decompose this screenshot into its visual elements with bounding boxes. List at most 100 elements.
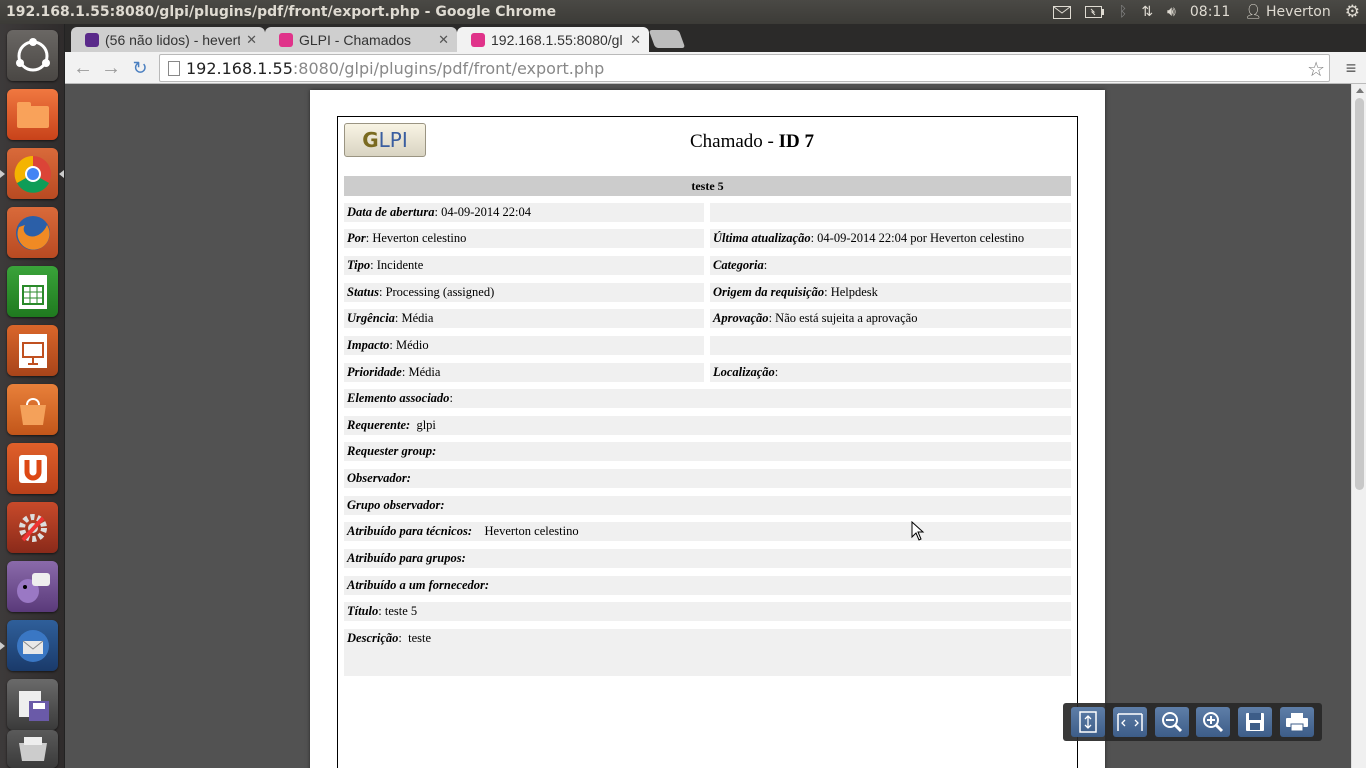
active-indicator xyxy=(59,170,64,178)
vertical-scrollbar[interactable] xyxy=(1351,84,1366,768)
glpi-icon xyxy=(471,32,485,47)
field-label: Impacto xyxy=(347,338,390,352)
user-icon: 👤︎ xyxy=(1244,4,1263,20)
field-impacto: Impacto: Médio xyxy=(344,336,704,355)
ticket-title-bar: teste 5 xyxy=(344,176,1071,196)
print-icon[interactable] xyxy=(1280,707,1315,737)
address-bar[interactable]: 192.168.1.55:8080/glpi/plugins/pdf/front… xyxy=(159,54,1330,82)
pdf-toolbar xyxy=(1063,703,1322,741)
battery-icon[interactable] xyxy=(1084,6,1105,18)
tab-title: 192.168.1.55:8080/gl xyxy=(491,31,623,48)
libreoffice-impress-icon[interactable] xyxy=(7,325,58,376)
glpi-logo: G LPI xyxy=(344,123,426,157)
fit-width-icon[interactable] xyxy=(1112,707,1147,737)
mail-icon xyxy=(85,32,99,47)
field-requester-group: Requester group: xyxy=(344,442,1071,461)
field-value: : Incidente xyxy=(370,258,424,272)
logo-letter: G xyxy=(362,128,379,152)
chrome-menu-icon[interactable]: ≡ xyxy=(1339,56,1363,80)
thunderbird-icon[interactable] xyxy=(7,620,58,671)
user-menu[interactable]: 👤︎ Heverton xyxy=(1244,4,1331,20)
gear-icon[interactable]: ⚙ xyxy=(1345,2,1360,22)
field-value: glpi xyxy=(416,418,436,432)
field-requerente: Requerente: glpi xyxy=(344,416,1071,435)
volume-icon[interactable]: 🔊︎ xyxy=(1167,4,1176,20)
field-prioridade: Prioridade: Média xyxy=(344,363,704,382)
field-label: Requester group: xyxy=(347,444,437,458)
zoom-in-icon[interactable] xyxy=(1196,707,1231,737)
top-panel: 192.168.1.55:8080/glpi/plugins/pdf/front… xyxy=(0,0,1366,24)
libreoffice-calc-icon[interactable] xyxy=(7,266,58,317)
field-label: Atribuído para grupos: xyxy=(347,551,466,565)
document-title: Chamado - ID 7 xyxy=(432,131,1072,153)
back-button[interactable]: ← xyxy=(71,56,95,80)
field-grupo-observador: Grupo observador: xyxy=(344,496,1071,515)
launcher xyxy=(0,24,65,768)
backup-icon[interactable] xyxy=(7,679,58,730)
field-value: : Não está sujeita a aprovação xyxy=(768,311,918,325)
pidgin-icon[interactable] xyxy=(7,561,58,612)
firefox-icon[interactable] xyxy=(7,207,58,258)
field-label: Título xyxy=(347,604,379,618)
files-icon[interactable] xyxy=(7,89,58,140)
trash-icon[interactable] xyxy=(7,730,58,768)
forward-button[interactable]: → xyxy=(99,56,123,80)
fit-page-icon[interactable] xyxy=(1070,707,1105,737)
field-label: Atribuído a um fornecedor: xyxy=(347,578,490,592)
field-ultima-atualizacao: Última atualização: 04-09-2014 22:04 por… xyxy=(710,229,1071,248)
field-label: Última atualização xyxy=(713,231,811,245)
field-aprovacao: Aprovação: Não está sujeita a aprovação xyxy=(710,309,1071,328)
user-name: Heverton xyxy=(1266,4,1331,20)
network-icon[interactable]: ⇅ xyxy=(1141,4,1153,20)
field-label: Grupo observador: xyxy=(347,498,445,512)
field-value: teste xyxy=(408,631,432,645)
window-title: 192.168.1.55:8080/glpi/plugins/pdf/front… xyxy=(6,4,557,20)
indicator-area: ᛒ ⇅ 🔊︎ 08:11 👤︎ Heverton ⚙ xyxy=(1052,0,1360,24)
field-por: Por: Heverton celestino xyxy=(344,229,704,248)
pdf-page: G LPI Chamado - ID 7 teste 5 Data de aber… xyxy=(310,90,1105,768)
field-empty xyxy=(710,203,1071,222)
field-label: Requerente: xyxy=(347,418,411,432)
field-label: Urgência xyxy=(347,311,395,325)
field-status: Status: Processing (assigned) xyxy=(344,283,704,302)
tab-glpi-chamados[interactable]: GLPI - Chamados ✕ xyxy=(265,27,457,52)
scroll-thumb[interactable] xyxy=(1355,98,1364,490)
software-center-icon[interactable] xyxy=(7,384,58,435)
ubuntu-one-icon[interactable] xyxy=(7,443,58,494)
field-origem: Origem da requisição: Helpdesk xyxy=(710,283,1071,302)
running-indicator xyxy=(0,170,5,178)
bluetooth-icon[interactable]: ᛒ xyxy=(1119,4,1127,20)
field-localizacao: Localização: xyxy=(710,363,1071,382)
close-icon[interactable]: ✕ xyxy=(246,32,257,48)
tab-mail[interactable]: (56 não lidos) - hevert ✕ xyxy=(71,27,265,52)
save-icon[interactable] xyxy=(1238,707,1273,737)
field-value: : xyxy=(763,258,768,272)
clock[interactable]: 08:11 xyxy=(1190,4,1230,20)
field-data-abertura: Data de abertura: 04-09-2014 22:04 xyxy=(344,203,704,222)
bookmark-star-icon[interactable]: ☆ xyxy=(1307,57,1325,82)
chrome-icon[interactable] xyxy=(7,148,58,199)
browser-toolbar: ← → ↻ 192.168.1.55:8080/glpi/plugins/pdf… xyxy=(65,52,1366,84)
dash-home-icon[interactable] xyxy=(7,30,58,81)
pdf-viewer[interactable]: G LPI Chamado - ID 7 teste 5 Data de aber… xyxy=(65,84,1351,768)
close-icon[interactable]: ✕ xyxy=(438,32,449,48)
glpi-icon xyxy=(279,32,293,47)
field-categoria: Categoria: xyxy=(710,256,1071,275)
zoom-out-icon[interactable] xyxy=(1154,707,1189,737)
field-empty xyxy=(710,336,1071,355)
field-label: Localização xyxy=(713,365,775,379)
page-icon xyxy=(168,61,180,76)
field-elemento-associado: Elemento associado: xyxy=(344,389,1071,408)
mail-indicator-icon[interactable] xyxy=(1052,5,1071,19)
scroll-up-arrow-icon[interactable] xyxy=(1356,88,1364,93)
close-icon[interactable]: ✕ xyxy=(630,32,641,48)
field-atribuido-tecnicos: Atribuído para técnicos: Heverton celest… xyxy=(344,522,1071,541)
tab-title: GLPI - Chamados xyxy=(299,31,412,48)
mouse-cursor-icon xyxy=(911,521,925,541)
new-tab-button[interactable] xyxy=(648,30,686,48)
reload-button[interactable]: ↻ xyxy=(128,56,152,80)
system-settings-icon[interactable] xyxy=(7,502,58,553)
url-path: :8080/glpi/plugins/pdf/front/export.php xyxy=(292,58,605,78)
tab-export-pdf[interactable]: 192.168.1.55:8080/gl ✕ xyxy=(457,27,649,52)
running-indicator xyxy=(0,642,5,650)
